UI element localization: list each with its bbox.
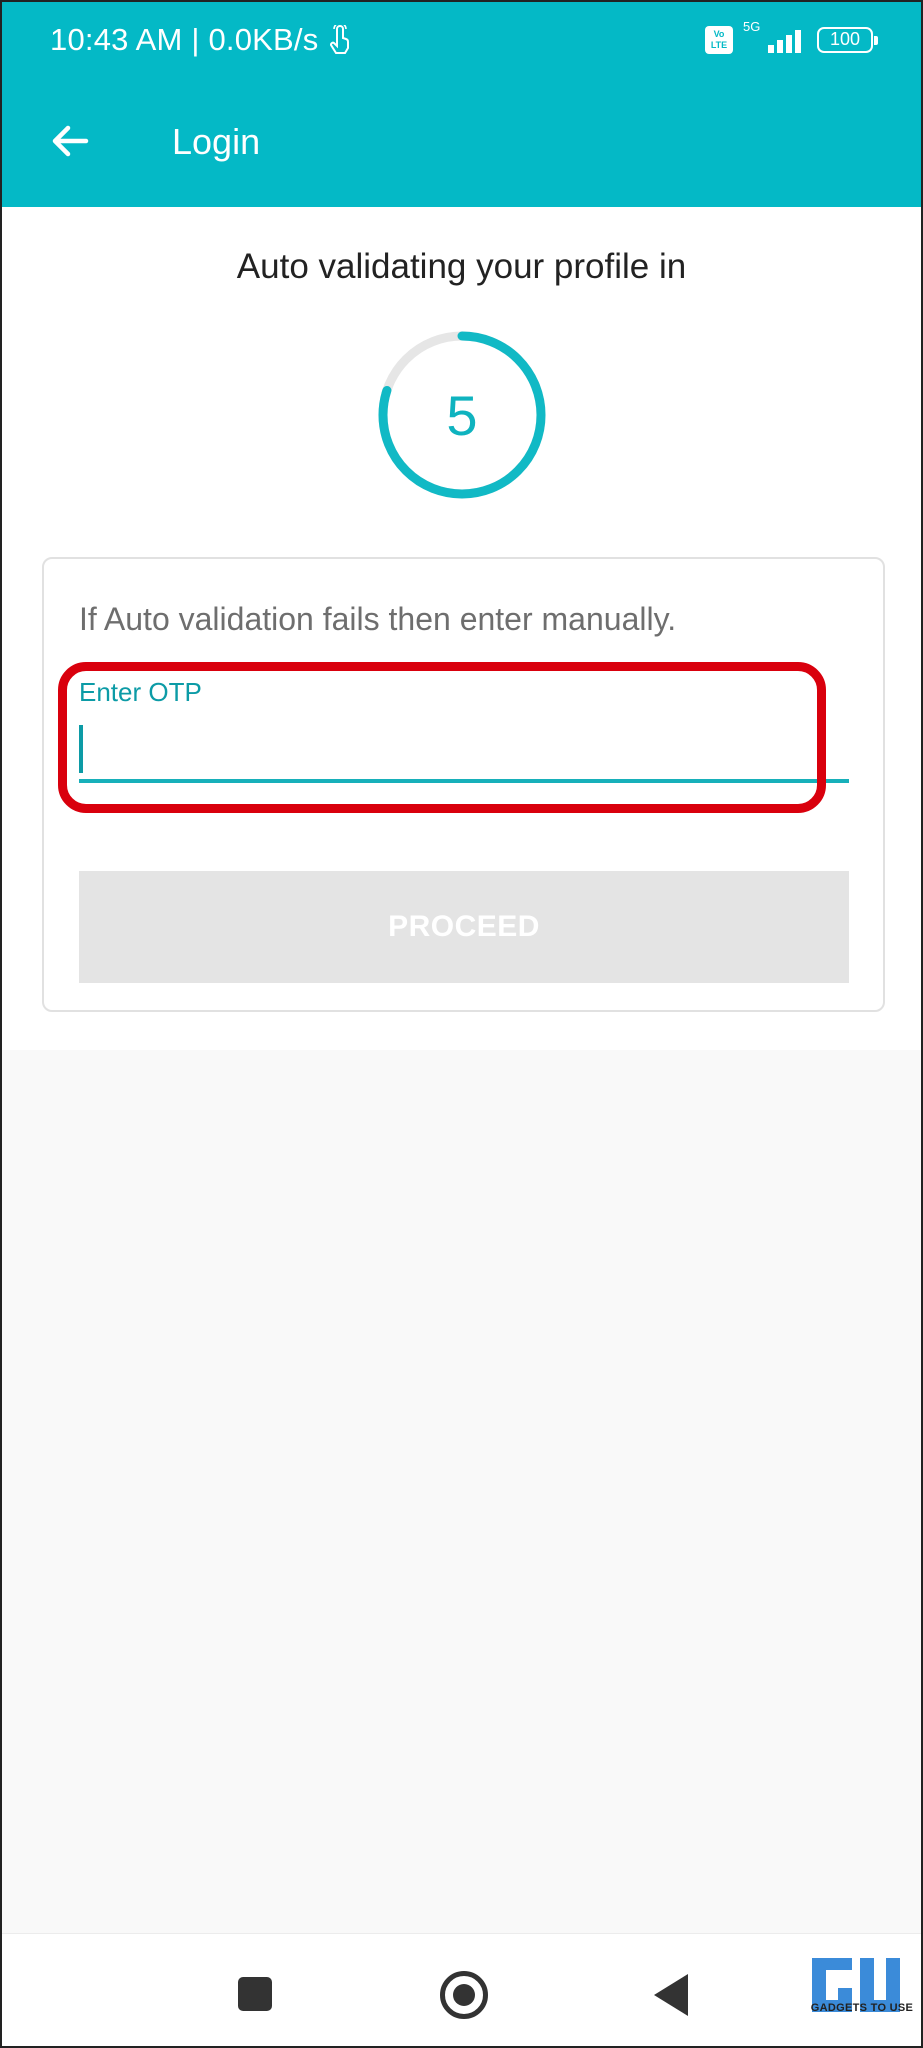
navigation-bar xyxy=(2,1933,921,2046)
status-time-speed: 10:43 AM | 0.0KB/s xyxy=(50,21,319,57)
status-left: 10:43 AM | 0.0KB/s xyxy=(50,22,352,58)
text-caret xyxy=(79,725,83,773)
signal-bars xyxy=(768,29,801,53)
manual-entry-hint: If Auto validation fails then enter manu… xyxy=(79,601,677,637)
battery-icon: 100 xyxy=(817,26,878,53)
watermark-logo-icon xyxy=(812,1958,900,2012)
countdown-timer: 5 xyxy=(377,330,547,500)
manual-otp-card: If Auto validation fails then enter manu… xyxy=(42,557,885,1012)
volte-icon: Vo LTE xyxy=(705,25,733,54)
signal-icon: 5G xyxy=(743,19,801,57)
countdown-value: 5 xyxy=(446,383,478,447)
page-title: Login xyxy=(172,121,261,162)
status-bar: 10:43 AM | 0.0KB/s Vo LTE 5G 100 xyxy=(2,2,921,77)
proceed-button[interactable]: PROCEED xyxy=(79,871,849,983)
battery-level: 100 xyxy=(829,29,861,49)
network-type: 5G xyxy=(743,18,761,34)
otp-field[interactable]: Enter OTP xyxy=(79,677,849,789)
app-bar: Login xyxy=(2,77,921,207)
recents-square-icon[interactable] xyxy=(238,1977,272,2011)
otp-label: Enter OTP xyxy=(79,677,202,707)
otp-underline xyxy=(79,779,849,783)
home-circle-icon[interactable] xyxy=(440,1971,488,2019)
auto-validating-text: Auto validating your profile in xyxy=(236,247,687,286)
touch-gesture-icon xyxy=(330,24,350,54)
arrow-left-icon[interactable] xyxy=(50,121,90,161)
watermark-text: GADGETS TO USE xyxy=(810,2002,914,2014)
main-content: Auto validating your profile in 5 If Aut… xyxy=(2,207,921,1050)
back-triangle-icon[interactable] xyxy=(654,1974,688,2016)
otp-input[interactable] xyxy=(79,715,849,775)
status-right: Vo LTE 5G 100 xyxy=(705,19,878,57)
